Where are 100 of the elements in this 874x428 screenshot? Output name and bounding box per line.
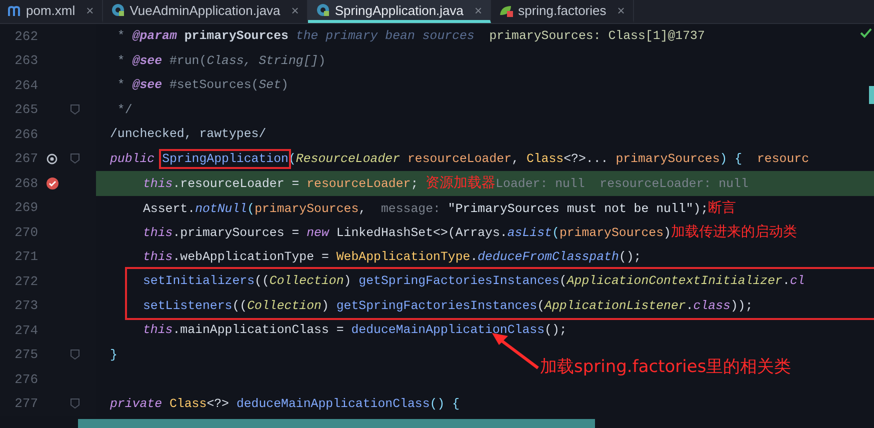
editor-tab[interactable]: VueAdminApplication.java × <box>102 0 308 23</box>
code-token: class <box>693 298 730 312</box>
leaf-icon <box>499 4 514 16</box>
code-token: primarySources <box>183 29 288 43</box>
code-token: .primarySources = <box>172 226 300 240</box>
code-token: primarySources <box>559 226 664 240</box>
code-token: the primary bean sources <box>294 29 474 43</box>
code-token: getSpringFactoriesInstances <box>336 298 538 312</box>
line-number: 262 <box>14 28 38 44</box>
code-token: new <box>306 226 330 240</box>
annotation-text: 资源加载器 <box>426 175 496 191</box>
code-token: setListeners <box>143 298 232 312</box>
code-token: asList <box>507 226 552 240</box>
code-token: this <box>143 323 173 337</box>
editor-tab[interactable]: spring.factories × <box>491 0 634 23</box>
code-token: } <box>110 348 118 362</box>
line-number: 272 <box>14 274 38 289</box>
framed-code-token: SpringApplication <box>162 152 288 166</box>
close-icon[interactable]: × <box>291 2 299 18</box>
code-token: ( <box>537 298 545 312</box>
code-token: ApplicationContextInitializer <box>566 274 782 288</box>
code-token: ) <box>321 298 330 312</box>
code-token: setInitializers <box>143 274 255 288</box>
code-token: * <box>116 54 126 68</box>
code-token: Loader: null resourceLoader: null <box>496 177 748 191</box>
line-number: 267 <box>14 151 38 166</box>
code-token: deduceFromClasspath <box>478 250 619 264</box>
line-number: 263 <box>14 53 38 68</box>
line-number: 268 <box>14 176 38 191</box>
fold-icon[interactable] <box>70 398 80 410</box>
code-token: resourc <box>756 152 810 166</box>
code-token: this <box>143 250 173 264</box>
code-token: (); <box>618 250 642 264</box>
code-token: this <box>143 177 173 191</box>
override-icon[interactable] <box>46 152 58 165</box>
scroll-marker <box>869 86 874 104</box>
line-number: 266 <box>14 126 38 142</box>
breakpoint-icon[interactable] <box>46 176 58 190</box>
fold-icon[interactable] <box>70 153 80 164</box>
code-token: .webApplicationType = <box>172 250 330 264</box>
annotation-text: 断言 <box>708 200 736 216</box>
code-token: @param <box>132 29 177 43</box>
code-token: . <box>470 250 478 264</box>
close-icon[interactable]: × <box>617 2 625 18</box>
code-token: */ <box>116 102 132 116</box>
code-token: Class <box>526 152 564 166</box>
m-letter-icon <box>8 4 21 16</box>
line-number: 270 <box>14 224 38 240</box>
editor-tab[interactable]: SpringApplication.java × <box>308 0 492 23</box>
code-token: getSpringFactoriesInstances <box>358 274 560 288</box>
code-token: deduceMainApplicationClass <box>351 323 545 337</box>
close-icon[interactable]: × <box>86 2 94 18</box>
code-token: .mainApplicationClass = <box>172 323 345 337</box>
annotation-text: 加载spring.factories里的相关类 <box>540 356 792 378</box>
code-token: ( <box>559 274 567 288</box>
code-token: "PrimarySources must not be null" <box>446 202 694 216</box>
code-token: #run( <box>168 54 207 68</box>
line-number: 269 <box>14 200 38 216</box>
code-token: LinkedHashSet<>(Arrays. <box>336 226 508 240</box>
code-token: primarySources <box>616 152 720 166</box>
code-token: ; <box>410 177 420 191</box>
code-token: (); <box>544 323 567 337</box>
check-icon <box>860 28 872 38</box>
line-number: 271 <box>14 249 38 264</box>
line-number: 265 <box>14 102 38 118</box>
fold-icon[interactable] <box>70 349 80 360</box>
code-token: this <box>143 226 173 240</box>
code-token: * <box>116 78 126 92</box>
line-number: 264 <box>14 78 38 93</box>
code-token: ( <box>247 202 255 216</box>
code-token: ) <box>344 274 352 288</box>
code-token: ApplicationListener <box>544 298 686 312</box>
code-token: . <box>782 274 790 288</box>
code-token: ) <box>318 54 326 68</box>
code-token: notNull <box>195 202 248 216</box>
close-icon[interactable]: × <box>474 2 482 18</box>
code-token: primarySources <box>254 202 359 216</box>
code-token: ) { <box>720 152 742 166</box>
code-token: ); <box>693 202 708 216</box>
code-token: ) <box>664 226 671 240</box>
line-number: 276 <box>14 372 38 387</box>
code-token: primarySources: Class[1]@1737 <box>488 29 705 43</box>
code-token: Class <box>170 396 207 410</box>
code-token: @see <box>132 54 162 68</box>
code-token: Collection <box>247 298 322 312</box>
code-token: @see <box>132 78 162 92</box>
code-token: message: <box>380 202 440 216</box>
code-token: Collection <box>269 274 344 288</box>
class-icon <box>316 3 330 17</box>
fold-icon[interactable] <box>70 104 80 116</box>
line-number: 277 <box>14 396 38 412</box>
code-token: public <box>110 152 156 166</box>
code-token: (( <box>254 274 270 288</box>
code-token: Assert. <box>143 202 196 216</box>
code-token: , <box>358 202 368 216</box>
code-token: private <box>110 396 164 410</box>
line-number: 274 <box>14 322 38 338</box>
editor-tab[interactable]: pom.xml × <box>0 0 103 23</box>
annotation-text: 加载传进来的启动类 <box>670 224 797 240</box>
code-token: () { <box>430 396 460 410</box>
